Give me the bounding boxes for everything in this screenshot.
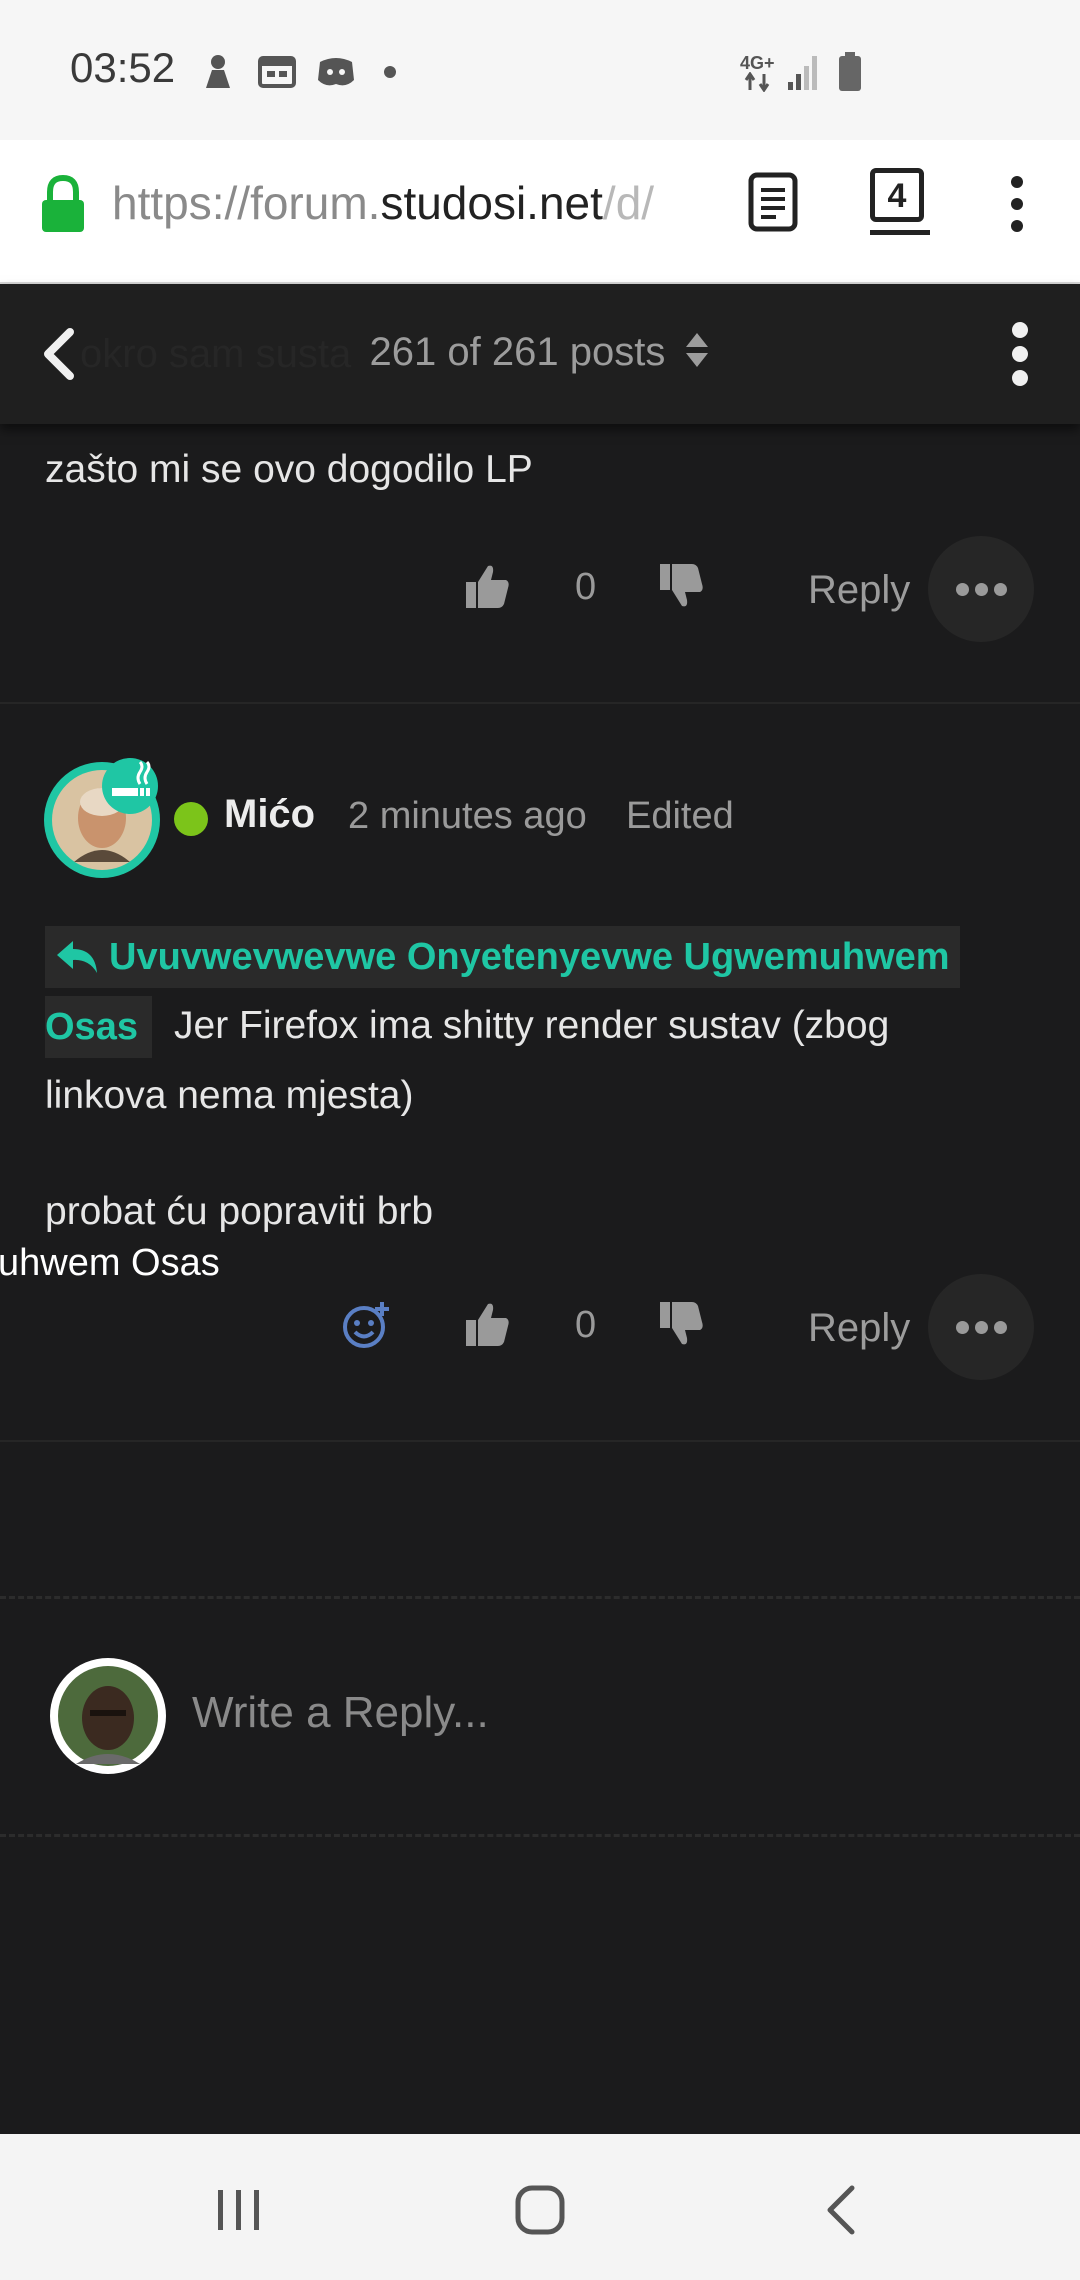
tab-underline [870,230,930,235]
post-body-line: Jer Firefox ima shitty render sustav (zb… [174,1004,890,1047]
home-icon[interactable] [514,2184,566,2236]
discussion-menu-icon[interactable] [1006,322,1034,386]
system-nav-bar [0,2134,1080,2280]
status-bar: 03:52 4G+ [0,0,1080,140]
lock-icon[interactable] [38,174,88,234]
post-more-button[interactable] [928,536,1034,642]
mention-name-line1: Uvuvwevwevwe Onyetenyevwe Ugwemuhwem [109,936,950,978]
reply-composer[interactable]: Write a Reply... [192,1688,489,1738]
battery-icon [839,52,861,91]
like-icon[interactable] [464,562,512,610]
mention-name-line2: Osas [45,1006,138,1048]
add-reaction-icon[interactable] [342,1300,392,1350]
reply-button[interactable]: Reply [808,1306,910,1351]
url-path: /d/ [602,177,655,229]
notification-icon [206,55,230,88]
edited-label[interactable]: Edited [626,795,734,838]
network-type: 4G+ [740,53,775,73]
dislike-icon[interactable] [658,562,706,610]
reply-arrow-icon [57,941,97,973]
post-divider [0,1440,1080,1442]
post-body-previous: zašto mi se ovo dogodilo LP [45,448,533,491]
url-domain: studosi.net [380,177,603,229]
vote-count: 0 [575,1304,597,1346]
post-divider [0,702,1080,704]
recent-apps-icon[interactable] [214,2188,264,2232]
url-field[interactable]: https://forum.studosi.net/d/ [112,176,702,236]
back-nav-icon[interactable] [822,2184,862,2236]
browser-menu-icon[interactable] [1004,174,1030,234]
post-counter[interactable]: 261 of 261 posts [0,330,1080,375]
post-counter-text: 261 of 261 posts [369,330,666,374]
mention-link[interactable]: Uvuvwevwevwe Onyetenyevwe Ugwemuhwem [45,926,960,988]
url-prefix: https://forum. [112,177,381,229]
smoking-icon [112,760,151,796]
signal-icon [788,56,817,90]
reader-mode-icon[interactable] [748,172,800,234]
more-notifications-dot [384,66,396,78]
like-icon[interactable] [464,1300,512,1348]
composer-border-top [0,1596,1080,1599]
online-indicator [174,802,208,836]
badge [102,758,158,814]
tab-count-button[interactable]: 4 [870,168,924,222]
discussion-header: okro sam susta 261 of 261 posts [0,284,1080,424]
post-body-line: probat ću popraviti brb [45,1190,434,1233]
post-more-button[interactable] [928,1274,1034,1380]
mention-link-continued[interactable]: Osas [45,996,152,1058]
sort-arrows-icon [686,333,709,367]
browser-toolbar: https://forum.studosi.net/d/ 4 [0,140,1080,284]
dislike-icon[interactable] [658,1300,706,1348]
calendar-icon [258,56,296,88]
clock: 03:52 [70,44,176,91]
my-avatar [50,1658,166,1774]
composer-border-bottom [0,1834,1080,1837]
overflowing-mention-text: uhwem Osas [0,1242,220,1284]
data-arrows-icon [744,72,770,92]
post-author[interactable]: Mićo [224,792,315,837]
reply-button[interactable]: Reply [808,568,910,613]
post-time[interactable]: 2 minutes ago [348,795,587,838]
post-body-line: linkova nema mjesta) [45,1074,414,1117]
discord-icon [318,58,354,86]
vote-count: 0 [575,566,597,608]
